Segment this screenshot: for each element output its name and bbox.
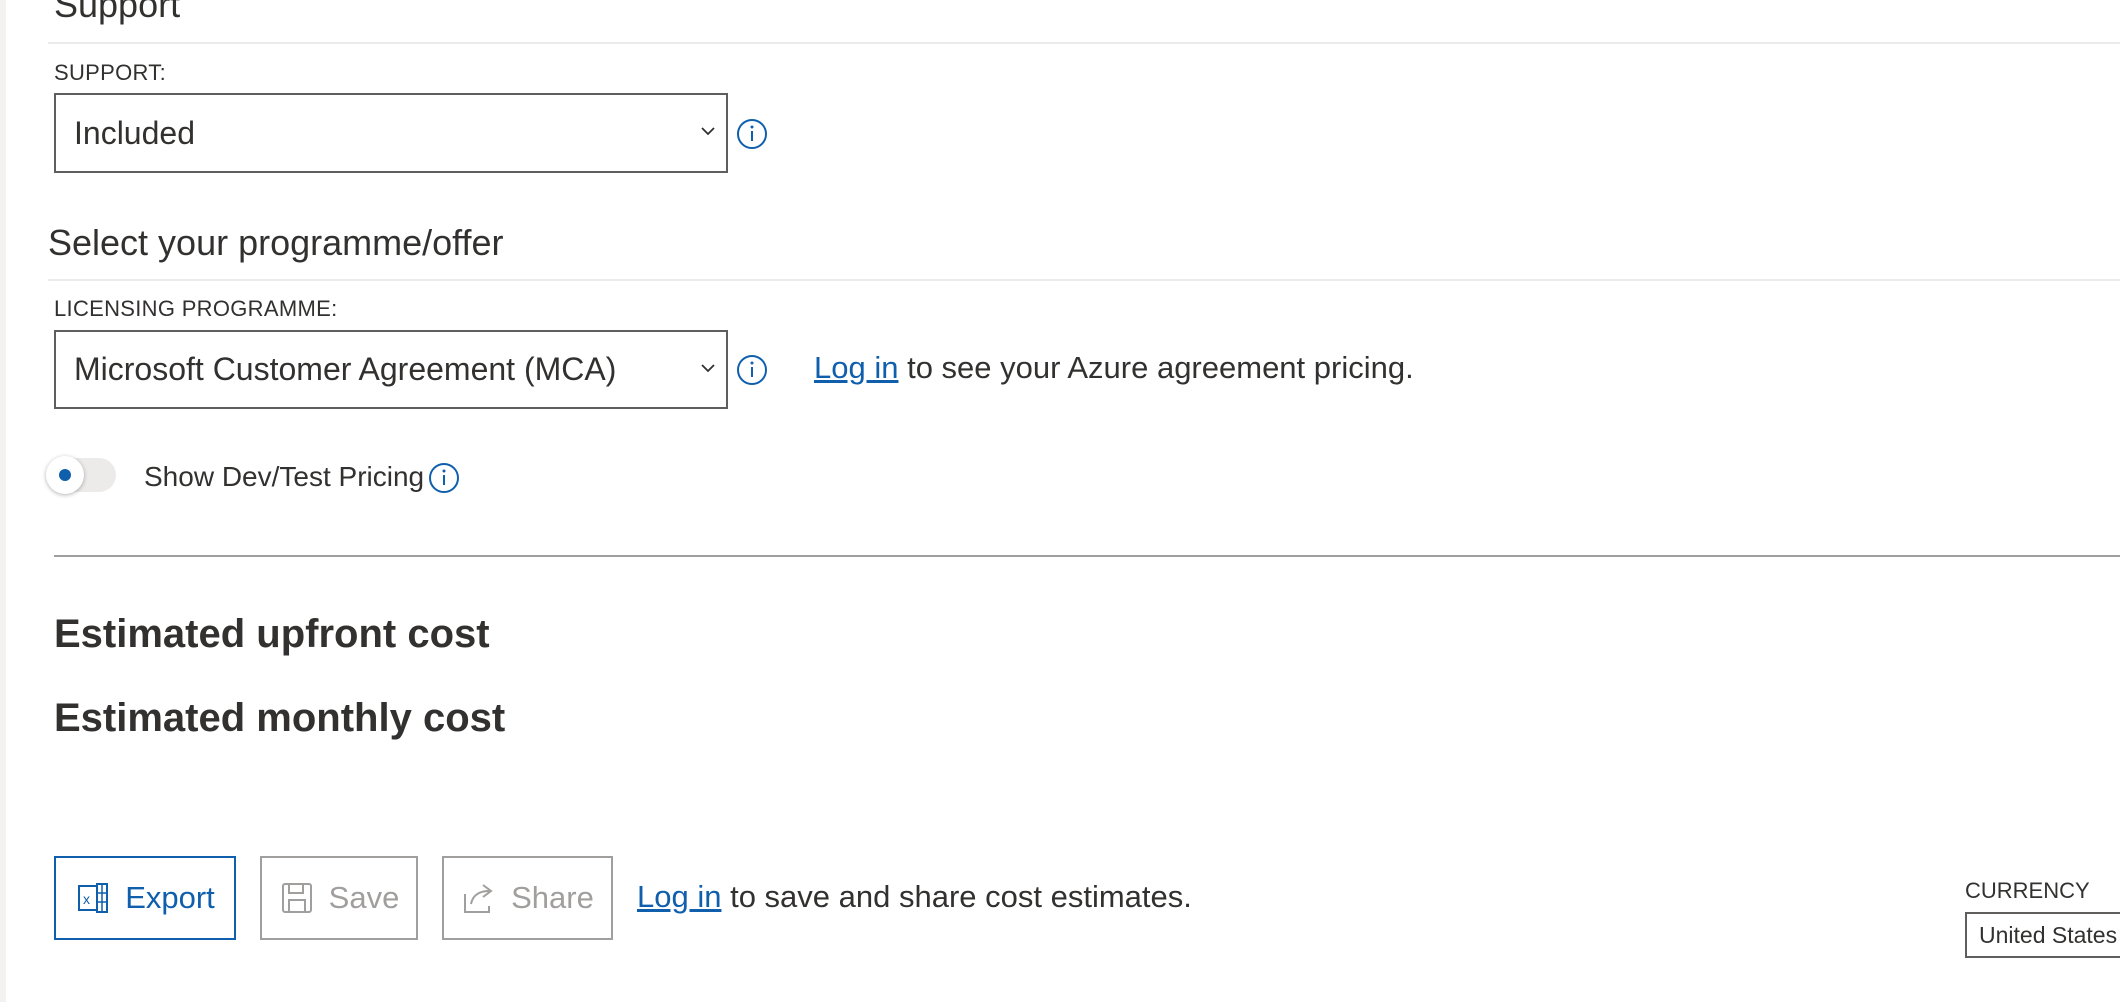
devtest-pricing-toggle[interactable] xyxy=(46,456,116,494)
save-button[interactable]: Save xyxy=(260,856,418,940)
share-button[interactable]: Share xyxy=(442,856,613,940)
export-button[interactable]: x Export xyxy=(54,856,236,940)
programme-heading: Select your programme/offer xyxy=(48,222,504,263)
toggle-knob xyxy=(46,456,84,494)
estimated-monthly-cost-heading: Estimated monthly cost xyxy=(54,696,506,740)
info-icon[interactable] xyxy=(736,118,768,150)
licensing-programme-select[interactable]: Microsoft Customer Agreement (MCA) xyxy=(54,330,728,409)
chevron-down-icon xyxy=(701,127,715,136)
left-edge-border xyxy=(0,0,6,1002)
support-heading-rule xyxy=(48,42,2120,44)
programme-heading-rule xyxy=(48,279,2120,281)
info-icon[interactable] xyxy=(736,354,768,386)
share-button-label: Share xyxy=(511,880,594,915)
save-share-login-suffix: to save and share cost estimates. xyxy=(730,879,1192,914)
support-heading: Support xyxy=(54,0,181,25)
support-select[interactable]: Included xyxy=(54,93,728,173)
info-icon[interactable] xyxy=(428,462,460,494)
svg-text:x: x xyxy=(83,891,90,907)
save-share-login-text: Log in to save and share cost estimates. xyxy=(637,879,1192,915)
licensing-programme-label: LICENSING PROGRAMME: xyxy=(54,296,338,321)
toggle-dot xyxy=(59,469,71,481)
share-icon xyxy=(464,884,493,913)
agreement-pricing-login-text: Log in to see your Azure agreement prici… xyxy=(814,350,1414,386)
floppy-disk-icon xyxy=(281,883,312,913)
devtest-pricing-label: Show Dev/Test Pricing xyxy=(144,461,425,492)
currency-selected-value: United States xyxy=(1979,921,2118,948)
export-button-label: Export xyxy=(125,880,215,915)
licensing-programme-selected-value: Microsoft Customer Agreement (MCA) xyxy=(74,351,617,387)
support-selected-value: Included xyxy=(74,114,195,151)
pricing-calculator-page: Support SUPPORT: Included Select your pr… xyxy=(0,0,2120,1002)
currency-select[interactable]: United States xyxy=(1965,912,2120,958)
save-share-login-link[interactable]: Log in xyxy=(637,879,721,914)
support-label: SUPPORT: xyxy=(54,60,167,85)
section-divider xyxy=(54,555,2120,557)
chevron-down-icon xyxy=(701,363,715,372)
excel-icon: x xyxy=(78,883,109,913)
save-button-label: Save xyxy=(328,880,400,915)
agreement-pricing-login-suffix: to see your Azure agreement pricing. xyxy=(907,350,1414,385)
agreement-pricing-login-link[interactable]: Log in xyxy=(814,350,898,385)
currency-label: CURRENCY xyxy=(1965,878,2090,903)
estimated-upfront-cost-heading: Estimated upfront cost xyxy=(54,612,490,656)
